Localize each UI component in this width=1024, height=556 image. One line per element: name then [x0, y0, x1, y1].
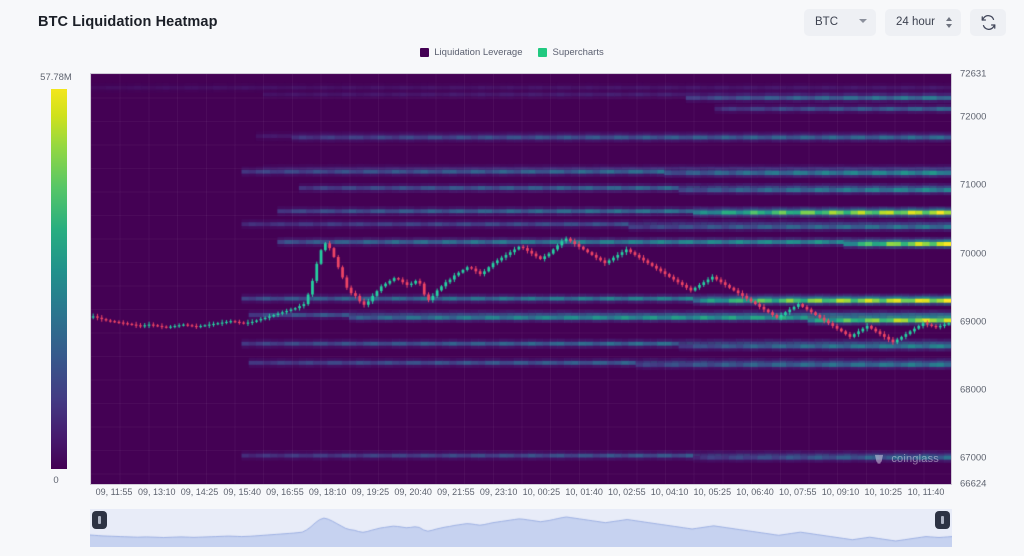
time-tick-label: 10, 07:55	[779, 487, 817, 497]
price-tick-label: 69000	[960, 316, 986, 327]
symbol-select[interactable]: BTC	[804, 9, 876, 36]
range-handle-right[interactable]	[935, 511, 950, 529]
colorbar-min-label: 0	[14, 475, 98, 486]
time-tick-label: 10, 04:10	[651, 487, 689, 497]
price-tick-label: 72631	[960, 69, 986, 80]
price-tick-label: 67000	[960, 453, 986, 464]
time-range-selector[interactable]	[90, 509, 952, 547]
time-tick-label: 10, 11:40	[908, 487, 945, 497]
legend-label: Supercharts	[552, 47, 603, 58]
header-controls: BTC 24 hour	[804, 9, 1006, 36]
intensity-colorbar: 57.78M 0	[48, 73, 70, 485]
time-axis: 09, 11:55 09, 13:10 09, 14:25 09, 15:40 09, …	[90, 487, 952, 503]
refresh-button[interactable]	[970, 9, 1006, 36]
time-tick-label: 10, 09:10	[822, 487, 860, 497]
time-tick-label: 09, 19:25	[352, 487, 390, 497]
time-tick-label: 09, 20:40	[394, 487, 432, 497]
time-tick-label: 09, 18:10	[309, 487, 347, 497]
time-tick-label: 10, 00:25	[523, 487, 561, 497]
chart-legend: Liquidation Leverage Supercharts	[0, 47, 1024, 58]
time-tick-label: 09, 13:10	[138, 487, 176, 497]
time-tick-label: 09, 14:25	[181, 487, 219, 497]
heatmap-plot-area[interactable]: coinglass	[90, 73, 952, 485]
time-tick-label: 10, 05:25	[694, 487, 732, 497]
refresh-icon	[981, 15, 996, 30]
price-tick-label: 71000	[960, 180, 986, 191]
chevron-down-icon	[859, 18, 867, 26]
liquidation-heatmap-page: BTC Liquidation Heatmap BTC 24 hour	[0, 0, 1024, 556]
price-tick-label: 70000	[960, 248, 986, 259]
price-tick-label: 72000	[960, 112, 986, 123]
colorbar-max-label: 57.78M	[14, 72, 98, 83]
time-tick-label: 09, 21:55	[437, 487, 475, 497]
price-axis: 7263172000710007000069000680006700066624	[956, 73, 1022, 485]
coinglass-logo-icon	[872, 452, 886, 466]
coinglass-watermark: coinglass	[872, 452, 939, 466]
time-tick-label: 09, 11:55	[96, 487, 133, 497]
price-tick-label: 68000	[960, 385, 986, 396]
price-candlestick-canvas	[91, 74, 951, 484]
time-tick-label: 10, 10:25	[864, 487, 902, 497]
watermark-text: coinglass	[891, 453, 939, 465]
interval-label: 24 hour	[896, 16, 935, 28]
range-handle-left[interactable]	[92, 511, 107, 529]
legend-label: Liquidation Leverage	[434, 47, 522, 58]
legend-swatch	[420, 48, 429, 57]
colorbar-gradient	[51, 89, 67, 469]
price-tick-label: 66624	[960, 479, 986, 490]
interval-stepper[interactable]: 24 hour	[885, 9, 961, 36]
time-tick-label: 09, 23:10	[480, 487, 518, 497]
time-tick-label: 10, 01:40	[565, 487, 603, 497]
spinner-updown-icon	[946, 17, 952, 28]
legend-item-liquidation-leverage[interactable]: Liquidation Leverage	[420, 47, 522, 58]
time-tick-label: 10, 02:55	[608, 487, 646, 497]
page-title: BTC Liquidation Heatmap	[38, 14, 218, 30]
time-tick-label: 09, 16:55	[266, 487, 304, 497]
symbol-select-label: BTC	[815, 16, 838, 28]
time-tick-label: 10, 06:40	[736, 487, 774, 497]
legend-swatch	[538, 48, 547, 57]
legend-item-supercharts[interactable]: Supercharts	[538, 47, 603, 58]
range-preview-chart	[90, 509, 952, 547]
page-header: BTC Liquidation Heatmap BTC 24 hour	[0, 0, 1024, 44]
time-tick-label: 09, 15:40	[223, 487, 261, 497]
